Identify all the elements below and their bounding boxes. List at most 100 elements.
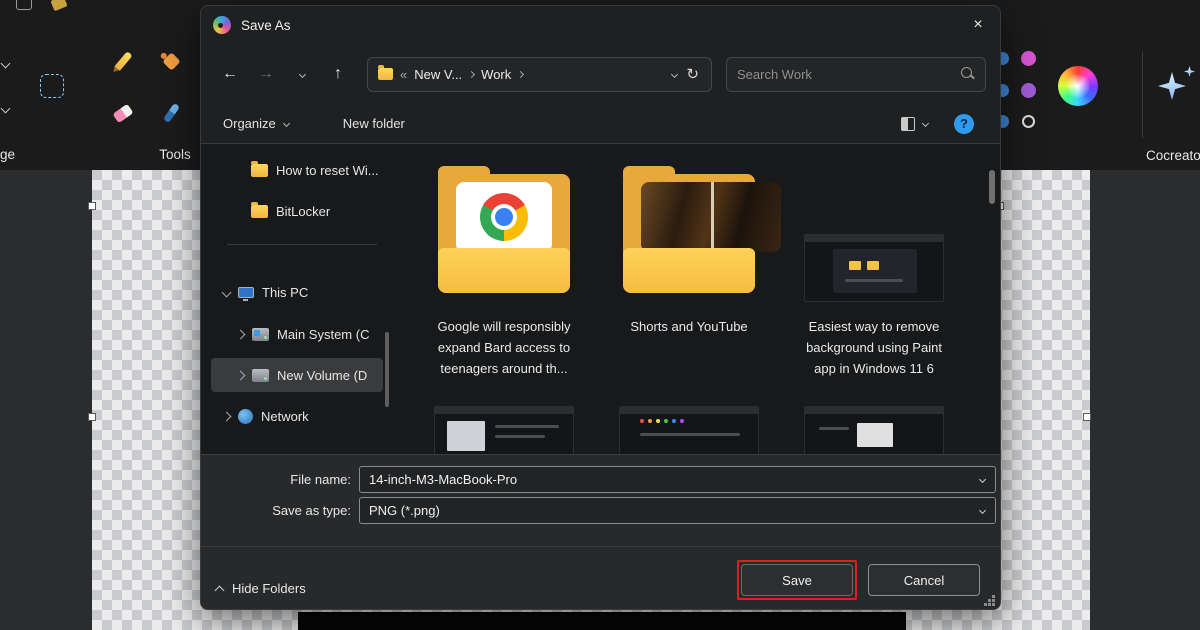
chevron-down-icon[interactable] [979, 476, 986, 483]
address-dropdown-chevron[interactable] [671, 70, 678, 77]
search-icon [961, 67, 975, 81]
save-type-label: Save as type: [201, 503, 351, 518]
file-name-combo [359, 466, 996, 493]
file-list-scrollbar[interactable] [989, 170, 995, 204]
navigation-pane: How to reset Wi... BitLocker This PC Mai… [209, 144, 397, 454]
folder-icon [251, 205, 268, 218]
search-input[interactable] [727, 67, 961, 82]
sidebar-item-network[interactable]: Network [211, 399, 383, 433]
file-item-label[interactable]: Easiest way to remove background using P… [799, 316, 949, 379]
drive-icon [252, 369, 269, 382]
sidebar-scrollbar[interactable] [385, 332, 389, 407]
chevron-down-icon[interactable] [222, 287, 232, 297]
folder-preview [641, 182, 781, 252]
chevron-down-icon [922, 120, 929, 127]
breadcrumb-work[interactable]: Work [481, 67, 511, 82]
chevron-down-icon [979, 507, 986, 514]
fill-tool-button[interactable] [156, 46, 186, 76]
folder-icon [378, 68, 393, 80]
hide-folders-label: Hide Folders [232, 581, 306, 596]
toolbar-divider [1142, 52, 1143, 138]
save-button[interactable]: Save [741, 564, 853, 596]
eraser-tool-button[interactable] [108, 98, 138, 128]
chevron-right-icon[interactable] [236, 370, 246, 380]
recent-locations-chevron[interactable] [287, 59, 317, 89]
paint-logo-icon [213, 16, 231, 34]
pencil-icon [114, 51, 132, 71]
file-item-thumbnail[interactable] [619, 406, 759, 454]
cocreator-sparkle-icon[interactable] [1158, 72, 1186, 100]
view-selector[interactable] [901, 117, 928, 131]
address-bar[interactable]: « New V... Work ↻ [367, 57, 712, 92]
breadcrumb-new-volume[interactable]: New V... [414, 67, 462, 82]
color-dot [648, 419, 652, 423]
file-item-easiest-way-image[interactable] [804, 234, 944, 302]
color-swatch-purple[interactable] [1021, 83, 1036, 98]
file-item-thumbnail[interactable] [804, 406, 944, 454]
dialog-toolbar: Organize New folder ? [201, 104, 1000, 144]
forward-button[interactable]: → [251, 59, 281, 89]
file-item-google-folder[interactable] [434, 164, 574, 297]
pencil-icon-small[interactable] [50, 0, 67, 11]
sidebar-item-bitlocker[interactable]: BitLocker [211, 194, 383, 228]
chevron-down-icon [298, 70, 305, 77]
resize-grip[interactable] [992, 603, 995, 606]
file-item-label[interactable]: Shorts and YouTube [614, 316, 764, 337]
selection-handle[interactable] [1083, 413, 1091, 421]
save-form: File name: Save as type: PNG (*.png) [201, 454, 1000, 546]
save-type-select[interactable]: PNG (*.png) [359, 497, 996, 524]
sidebar-item-this-pc[interactable]: This PC [211, 275, 383, 309]
navigation-bar: ← → ↑ « New V... Work ↻ [201, 44, 1000, 104]
cocreator-label: Cocreator [1146, 148, 1200, 163]
selection-handle[interactable] [88, 413, 96, 421]
file-name-label: File name: [201, 472, 351, 487]
clipboard-icon[interactable] [16, 0, 32, 10]
brush-icon [162, 103, 179, 123]
thumbnail-panel [857, 423, 893, 447]
folder-icon [438, 248, 570, 293]
chevron-right-icon[interactable] [222, 411, 232, 421]
rectangle-select-icon [40, 74, 64, 98]
file-item-thumbnail[interactable] [434, 406, 574, 454]
sidebar-item-how-to-reset[interactable]: How to reset Wi... [211, 153, 383, 187]
help-button[interactable]: ? [954, 114, 974, 134]
color-dot [680, 419, 684, 423]
chevron-right-icon[interactable] [236, 329, 246, 339]
new-folder-label: New folder [343, 116, 405, 131]
sidebar-item-new-volume[interactable]: New Volume (D [211, 358, 383, 392]
up-button[interactable]: ↑ [323, 59, 353, 89]
breadcrumb-overflow-button[interactable]: « [400, 67, 407, 82]
selection-handle[interactable] [88, 202, 96, 210]
file-browser: How to reset Wi... BitLocker This PC Mai… [201, 144, 1000, 454]
sidebar-item-main-system[interactable]: Main System (C [211, 317, 383, 351]
close-button[interactable]: × [956, 6, 1000, 44]
chrome-logo-icon [480, 193, 528, 241]
pencil-tool-button[interactable] [108, 46, 138, 76]
color-swatch-magenta[interactable] [1021, 51, 1036, 66]
file-name-input[interactable] [360, 472, 980, 487]
new-folder-button[interactable]: New folder [343, 116, 405, 131]
refresh-button[interactable]: ↻ [684, 65, 701, 83]
back-button[interactable]: ← [215, 59, 245, 89]
brush-tool-button[interactable] [156, 98, 186, 128]
file-item-shorts-folder[interactable] [619, 164, 759, 297]
folder-preview [456, 182, 552, 252]
fill-bucket-icon [162, 52, 180, 70]
file-item-label[interactable]: Google will responsibly expand Bard acce… [429, 316, 579, 379]
edit-colors-wheel[interactable] [1058, 66, 1098, 106]
selection-tool-button[interactable] [36, 70, 68, 102]
chevron-down-icon [283, 120, 290, 127]
thumbnail-line [845, 279, 903, 282]
sidebar-item-label: New Volume (D [277, 368, 367, 383]
organize-menu[interactable]: Organize [223, 116, 289, 131]
chevron-down-icon[interactable] [2, 99, 9, 117]
eraser-icon [112, 103, 133, 122]
chevron-down-icon[interactable] [2, 54, 9, 72]
color-swatch-empty[interactable] [1022, 115, 1035, 128]
thumbnail-titlebar [805, 407, 943, 414]
sidebar-item-label: How to reset Wi... [276, 163, 379, 178]
dialog-footer: Hide Folders Save Cancel [201, 546, 1000, 610]
cancel-button[interactable]: Cancel [868, 564, 980, 596]
hide-folders-button[interactable]: Hide Folders [216, 581, 306, 596]
chevron-right-icon [517, 70, 524, 77]
